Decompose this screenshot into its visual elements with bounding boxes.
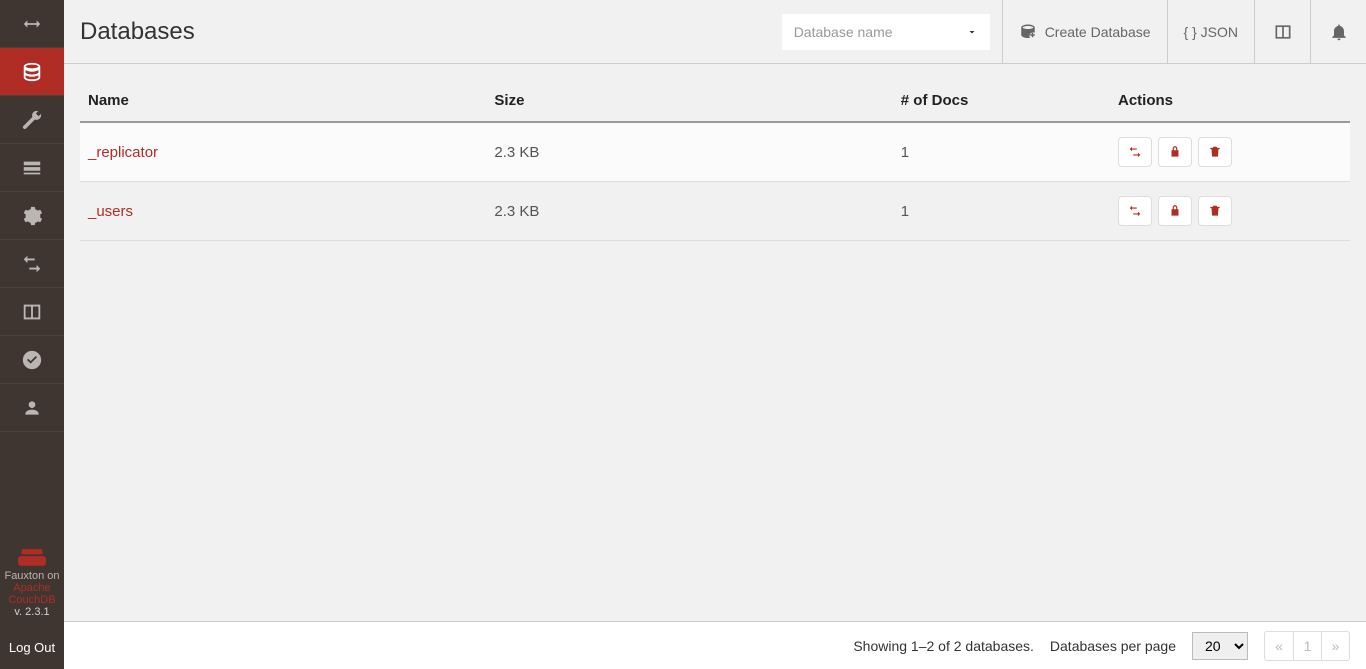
- col-actions: Actions: [1110, 80, 1350, 122]
- col-docs: # of Docs: [893, 80, 1110, 122]
- permissions-button[interactable]: [1158, 196, 1192, 226]
- nav-config[interactable]: [0, 192, 64, 240]
- delete-button[interactable]: [1198, 137, 1232, 167]
- page-header: Databases Database name Create Database …: [64, 0, 1366, 64]
- databases-table: Name Size # of Docs Actions _replicator 2…: [80, 80, 1350, 241]
- status-text: Showing 1–2 of 2 databases.: [853, 638, 1034, 654]
- db-link[interactable]: _replicator: [88, 144, 158, 161]
- check-circle-icon: [21, 349, 43, 371]
- brand-product: Apache CouchDB: [4, 582, 60, 606]
- nav-setup[interactable]: [0, 96, 64, 144]
- chevron-down-icon: [966, 26, 978, 38]
- page-title: Databases: [80, 18, 195, 46]
- delete-button[interactable]: [1198, 196, 1232, 226]
- brand-version: v. 2.3.1: [4, 606, 60, 618]
- nav-documentation[interactable]: [0, 288, 64, 336]
- pager-current: 1: [1293, 632, 1321, 660]
- sidebar: Fauxton on Apache CouchDB v. 2.3.1 Log O…: [0, 0, 64, 669]
- tasks-icon: [21, 157, 43, 179]
- wrench-icon: [21, 109, 43, 131]
- permissions-button[interactable]: [1158, 137, 1192, 167]
- col-size: Size: [486, 80, 892, 122]
- db-size: 2.3 KB: [486, 122, 892, 182]
- content-area: Name Size # of Docs Actions _replicator 2…: [64, 64, 1366, 621]
- pager: « 1 »: [1264, 631, 1350, 661]
- brand-block: Fauxton on Apache CouchDB v. 2.3.1: [0, 541, 64, 628]
- pager-next[interactable]: »: [1321, 632, 1349, 660]
- docs-link-button[interactable]: [1254, 0, 1310, 64]
- per-page-label: Databases per page: [1050, 638, 1176, 654]
- create-database-label: Create Database: [1045, 24, 1151, 40]
- pager-prev[interactable]: «: [1265, 632, 1293, 660]
- json-button[interactable]: { } JSON: [1167, 0, 1254, 64]
- couchdb-logo-icon: [4, 547, 60, 570]
- user-icon: [22, 398, 42, 418]
- brand-line1: Fauxton on: [4, 570, 60, 582]
- nav-replication[interactable]: [0, 240, 64, 288]
- json-label: { } JSON: [1184, 24, 1238, 40]
- database-selector-placeholder: Database name: [794, 24, 893, 40]
- db-size: 2.3 KB: [486, 182, 892, 241]
- arrows-h-icon: [21, 13, 43, 35]
- per-page-select[interactable]: 20: [1192, 632, 1248, 660]
- database-selector[interactable]: Database name: [782, 14, 990, 50]
- book-icon: [21, 301, 43, 323]
- logout-link[interactable]: Log Out: [0, 628, 64, 669]
- table-row: _replicator 2.3 KB1: [80, 122, 1350, 182]
- replicate-button[interactable]: [1118, 196, 1152, 226]
- nav-verify[interactable]: [0, 336, 64, 384]
- nav-active-tasks[interactable]: [0, 144, 64, 192]
- nav-user[interactable]: [0, 384, 64, 432]
- db-docs: 1: [893, 122, 1110, 182]
- replicate-button[interactable]: [1118, 137, 1152, 167]
- gear-icon: [21, 205, 43, 227]
- replicate-icon: [21, 253, 43, 275]
- nav-toggle[interactable]: [0, 0, 64, 48]
- database-icon: [21, 61, 43, 83]
- bell-icon: [1329, 22, 1349, 42]
- col-name: Name: [80, 80, 486, 122]
- db-docs: 1: [893, 182, 1110, 241]
- db-link[interactable]: _users: [88, 203, 133, 220]
- table-row: _users 2.3 KB1: [80, 182, 1350, 241]
- database-add-icon: [1019, 23, 1037, 41]
- book-icon: [1273, 22, 1293, 42]
- nav-databases[interactable]: [0, 48, 64, 96]
- page-footer: Showing 1–2 of 2 databases. Databases pe…: [64, 621, 1366, 669]
- create-database-button[interactable]: Create Database: [1002, 0, 1167, 64]
- notifications-button[interactable]: [1310, 0, 1366, 64]
